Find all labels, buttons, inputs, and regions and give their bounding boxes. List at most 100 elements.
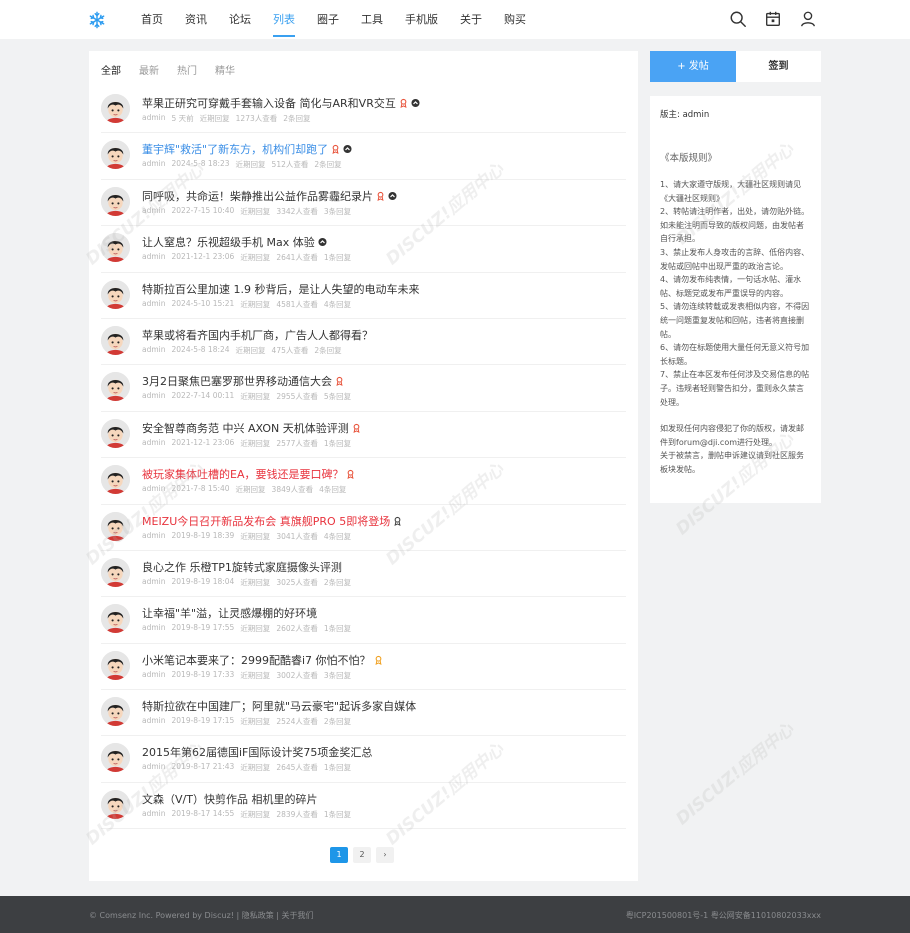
rule-note: 如发现任何内容侵犯了你的版权，请发邮件到forum@dji.com进行处理。: [660, 424, 804, 447]
thread-row: MEIZU今日召开新品发布会 真旗舰PRO 5即将登场 admin 2019-8-1…: [101, 505, 626, 551]
thread-title-link[interactable]: 良心之作 乐橙TP1旋转式家庭摄像头评测: [142, 559, 342, 575]
snowflake-logo-icon[interactable]: [88, 11, 106, 29]
avatar[interactable]: [101, 650, 130, 680]
thread-row: 被玩家集体吐槽的EA，要钱还是要口碑？ admin 2021-7-8 15:40 近期…: [101, 458, 626, 505]
page-1-button[interactable]: 1: [330, 847, 348, 863]
thread-title-text: 小米笔记本要来了：2999配酷睿i7 你怕不怕？: [142, 653, 371, 667]
moderator-name[interactable]: admin: [683, 110, 710, 120]
sign-in-button[interactable]: 签到: [736, 51, 821, 82]
thread-title-link[interactable]: 被玩家集体吐槽的EA，要钱还是要口碑？: [142, 466, 355, 482]
thread-title-link[interactable]: 苹果或将看齐国内手机厂商，广告人人都得看？: [142, 327, 373, 343]
thread-author[interactable]: admin: [142, 716, 166, 727]
thread-views: 2955人查看: [276, 392, 318, 402]
avatar[interactable]: [101, 94, 130, 123]
thread-title-text: 特斯拉欲在中国建厂；阿里就"马云豪宅"起诉多家自媒体: [142, 700, 417, 714]
avatar[interactable]: [101, 325, 130, 355]
thread-reply-label: 近期回复: [240, 299, 271, 309]
thread-title-link[interactable]: 小米笔记本要来了：2999配酷睿i7 你怕不怕？: [142, 652, 383, 668]
thread-author[interactable]: admin: [142, 577, 166, 588]
avatar[interactable]: [101, 789, 130, 819]
thread-replies: 5条回复: [323, 392, 352, 402]
nav-item-6[interactable]: 手机版: [394, 0, 449, 39]
new-post-button[interactable]: + 发帖: [650, 51, 736, 82]
thread-meta: admin 2019-8-19 17:33 近期回复 3002人查看 3条回复: [142, 670, 351, 681]
thread-author[interactable]: admin: [142, 809, 166, 820]
avatar[interactable]: [101, 511, 130, 541]
footer-icp[interactable]: 粤ICP201500801号-1 粤公网安备11010802033xxx: [626, 910, 821, 921]
thread-reply-label: 近期回复: [240, 763, 271, 773]
avatar[interactable]: [101, 418, 130, 448]
calendar-icon[interactable]: [764, 10, 782, 28]
thread-author[interactable]: admin: [142, 252, 166, 263]
search-icon[interactable]: [729, 10, 747, 28]
thread-author[interactable]: admin: [142, 762, 166, 773]
nav-item-4[interactable]: 圈子: [306, 0, 350, 39]
thread-title-link[interactable]: 让人窒息？乐视超级手机 Max 体验: [142, 234, 327, 250]
nav-item-1[interactable]: 资讯: [174, 0, 218, 39]
user-icon[interactable]: [799, 10, 817, 28]
thread-title-link[interactable]: 特斯拉百公里加速 1.9 秒背后，是让人失望的电动车未来: [142, 281, 420, 297]
thread-title-link[interactable]: 董宇辉"救活"了新东方，机构们却跑了: [142, 141, 352, 157]
thread-title-link[interactable]: 特斯拉欲在中国建厂；阿里就"马云豪宅"起诉多家自媒体: [142, 698, 416, 714]
nav-item-0[interactable]: 首页: [130, 0, 174, 39]
avatar[interactable]: [101, 465, 130, 495]
thread-title-link[interactable]: 同呼吸，共命运！柴静推出公益作品雾霾纪录片: [142, 188, 397, 204]
thread-title-text: 让幸福"羊"溢，让灵感爆棚的好环境: [142, 607, 318, 621]
avatar[interactable]: [101, 557, 130, 587]
thread-title-link[interactable]: 3月2日聚焦巴塞罗那世界移动通信大会: [142, 373, 344, 389]
rule-item: 7、禁止在本区发布任何涉及交易信息的帖子。违规者轻则警告扣分，重则永久禁言处理。: [660, 370, 810, 407]
thread-time: 2021-12-1 23:06: [171, 437, 235, 447]
rule-item: 1、请大家遵守版规，大疆社区规则请见《大疆社区规则》: [660, 180, 802, 203]
nav-item-2[interactable]: 论坛: [218, 0, 262, 39]
page-2-button[interactable]: 2: [353, 847, 371, 863]
thread-author[interactable]: admin: [142, 484, 166, 495]
thread-author[interactable]: admin: [142, 345, 166, 356]
tab-3[interactable]: 精华: [215, 62, 235, 77]
thread-author[interactable]: admin: [142, 113, 166, 124]
thread-title-link[interactable]: 苹果正研究可穿戴手套输入设备 简化与AR和VR交互: [142, 95, 420, 111]
thread-time: 2019-8-19 17:55: [171, 623, 235, 633]
thread-views: 1273人查看: [235, 114, 278, 123]
avatar[interactable]: [101, 743, 130, 773]
thread-row: 苹果正研究可穿戴手套输入设备 简化与AR和VR交互 admin 5 天前 近期回复 12…: [101, 87, 626, 134]
nav-item-7[interactable]: 关于: [449, 0, 493, 39]
thread-author[interactable]: admin: [142, 531, 166, 542]
thread-title-link[interactable]: 让幸福"羊"溢，让灵感爆棚的好环境: [142, 605, 317, 621]
avatar[interactable]: [101, 140, 130, 170]
thread-title-text: 被玩家集体吐槽的EA，要钱还是要口碑？: [142, 468, 344, 482]
tab-2[interactable]: 热门: [177, 62, 197, 77]
footer-links[interactable]: © Comsenz Inc. Powered by Discuz! | 隐私政策…: [89, 910, 314, 921]
avatar[interactable]: [101, 372, 130, 402]
thread-reply-label: 近期回复: [240, 438, 271, 448]
avatar[interactable]: [101, 604, 130, 634]
nav-item-8[interactable]: 购买: [493, 0, 537, 39]
thread-title-link[interactable]: 文森（V/T）快剪作品 相机里的碎片: [142, 791, 317, 807]
nav-item-5[interactable]: 工具: [350, 0, 394, 39]
thread-title-text: MEIZU今日召开新品发布会 真旗舰PRO 5即将登场: [142, 514, 391, 528]
nav-item-3[interactable]: 列表: [262, 0, 306, 39]
thread-meta: admin 2022-7-14 00:11 近期回复 2955人查看 5条回复: [142, 391, 351, 402]
thread-title-link[interactable]: 安全智尊商务范 中兴 AXON 天机体验评测: [142, 420, 361, 436]
avatar[interactable]: [101, 279, 130, 309]
thread-title-text: 特斯拉百公里加速 1.9 秒背后，是让人失望的电动车未来: [142, 282, 420, 296]
tab-0[interactable]: 全部: [101, 62, 121, 77]
thread-views: 2645人查看: [276, 763, 318, 773]
avatar[interactable]: [101, 186, 130, 216]
tab-1[interactable]: 最新: [139, 62, 159, 77]
thread-replies: 3条回复: [323, 206, 352, 216]
thread-author[interactable]: admin: [142, 159, 166, 170]
avatar[interactable]: [101, 233, 130, 263]
thread-reply-label: 近期回复: [240, 206, 271, 216]
thread-author[interactable]: admin: [142, 299, 166, 310]
medal-icon: [332, 145, 339, 155]
thread-replies: 2条回复: [323, 577, 352, 587]
thread-author[interactable]: admin: [142, 206, 166, 217]
thread-author[interactable]: admin: [142, 391, 166, 402]
next-page-button[interactable]: ›: [376, 847, 394, 863]
thread-title-link[interactable]: 2015年第62届德国iF国际设计奖75项金奖汇总: [142, 744, 372, 760]
avatar[interactable]: [101, 697, 130, 727]
thread-author[interactable]: admin: [142, 623, 166, 634]
thread-author[interactable]: admin: [142, 438, 166, 449]
thread-title-link[interactable]: MEIZU今日召开新品发布会 真旗舰PRO 5即将登场: [142, 513, 402, 529]
thread-author[interactable]: admin: [142, 670, 166, 681]
